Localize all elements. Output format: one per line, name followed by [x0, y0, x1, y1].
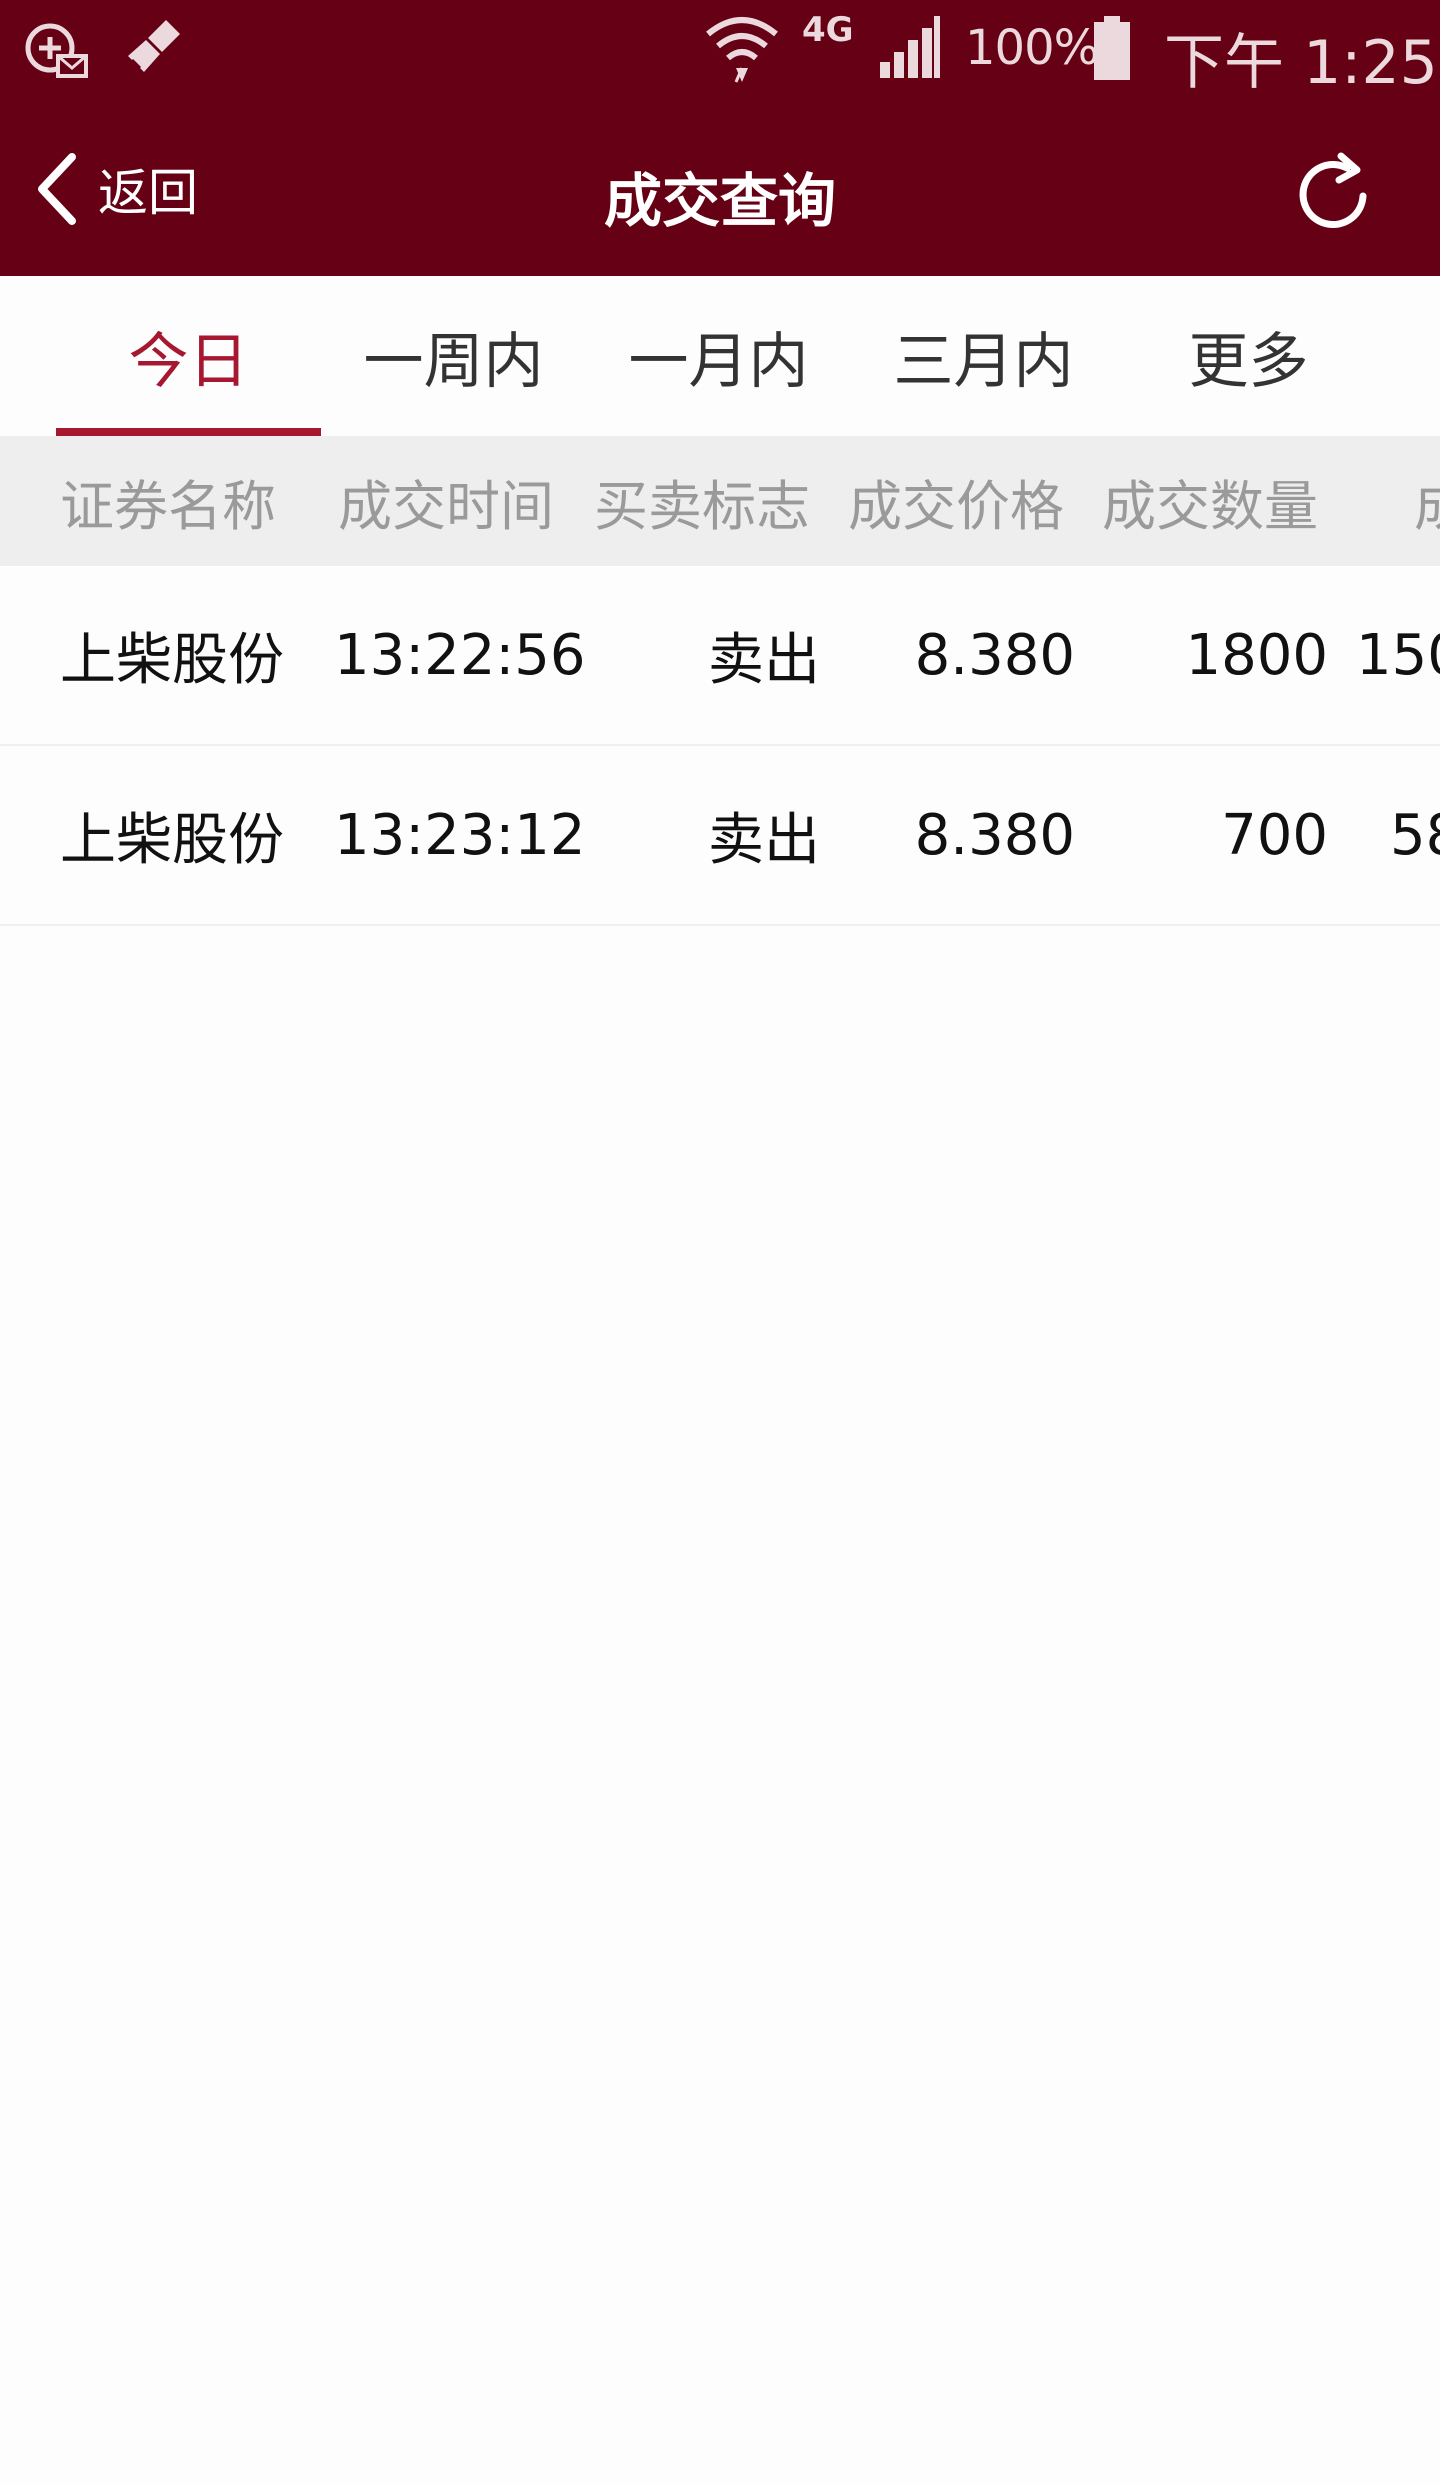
active-tab-indicator [56, 428, 321, 436]
screen: 4G 100% 下午 1:25 返回 成交查询 今日 一周内 一月内 三月内 更… [0, 0, 1440, 2484]
cell-price: 8.380 [914, 802, 1075, 868]
cell-name: 上柴股份 [60, 807, 284, 873]
battery-percent: 100% [965, 20, 1099, 76]
title-bar: 返回 成交查询 [0, 104, 1440, 276]
cell-side: 卖出 [708, 627, 820, 693]
column-header-name: 证券名称 [60, 474, 276, 538]
table-header: 证券名称 成交时间 买卖标志 成交价格 成交数量 成 [0, 436, 1440, 566]
refresh-icon[interactable] [1285, 144, 1385, 244]
cell-name: 上柴股份 [60, 627, 284, 693]
table-row[interactable]: 上柴股份 13:23:12 卖出 8.380 700 58 [0, 746, 1440, 926]
column-header-time: 成交时间 [338, 474, 554, 538]
cell-quantity: 1800 [1185, 622, 1328, 688]
tab-month[interactable]: 一月内 [586, 276, 851, 436]
tab-week[interactable]: 一周内 [321, 276, 586, 436]
column-header-quantity: 成交数量 [1102, 474, 1318, 538]
network-type-label: 4G [802, 10, 854, 50]
table-body: 上柴股份 13:22:56 卖出 8.380 1800 150 上柴股份 13:… [0, 566, 1440, 926]
battery-icon [1094, 16, 1130, 80]
wifi-icon [706, 17, 778, 83]
cell-price: 8.380 [914, 622, 1075, 688]
table-row[interactable]: 上柴股份 13:22:56 卖出 8.380 1800 150 [0, 566, 1440, 746]
page-title: 成交查询 [603, 167, 836, 235]
cell-amount: 150 [1356, 622, 1440, 688]
cell-amount: 58 [1390, 802, 1440, 868]
cell-side: 卖出 [708, 807, 820, 873]
clock: 下午 1:25 [1164, 28, 1438, 98]
column-header-price: 成交价格 [848, 474, 1064, 538]
cell-quantity: 700 [1221, 802, 1328, 868]
column-header-amount: 成 [1414, 436, 1440, 566]
tab-more[interactable]: 更多 [1116, 276, 1381, 436]
tab-today[interactable]: 今日 [56, 276, 321, 436]
cell-time: 13:23:12 [334, 802, 586, 868]
message-plus-icon [25, 23, 88, 78]
column-header-side: 买卖标志 [594, 474, 810, 538]
broom-icon [128, 20, 180, 72]
status-bar: 4G 100% 下午 1:25 [0, 0, 1440, 104]
tab-three-months[interactable]: 三月内 [851, 276, 1116, 436]
cell-time: 13:22:56 [334, 622, 586, 688]
period-tabs: 今日 一周内 一月内 三月内 更多 [0, 276, 1440, 436]
signal-icon [880, 16, 940, 78]
